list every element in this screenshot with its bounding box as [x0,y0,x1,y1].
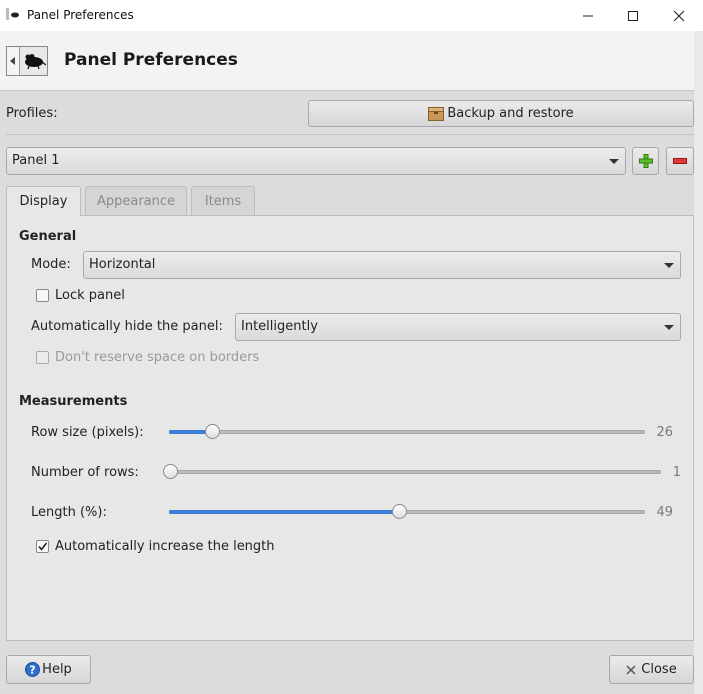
autohide-select-value: Intelligently [241,319,318,334]
close-icon [673,10,685,21]
minus-icon [673,158,687,164]
question-icon: ? [25,662,41,677]
package-icon [428,106,445,121]
window-edge [694,31,703,694]
minimize-icon [583,15,593,16]
chevron-down-icon [609,159,619,164]
profiles-label: Profiles: [6,106,58,121]
tab-appearance-label: Appearance [96,193,176,209]
close-label: Close [641,662,677,677]
length-label: Length (%): [31,505,107,520]
length-slider-handle[interactable] [392,504,407,519]
maximize-button[interactable] [610,0,656,31]
lock-panel-checkbox[interactable] [36,289,49,302]
plus-icon [638,154,653,168]
auto-length-checkbox[interactable] [36,540,49,553]
row-size-value: 26 [656,425,673,440]
minimize-button[interactable] [565,0,611,31]
tab-display-label: Display [19,194,68,209]
reserve-space-label: Don't reserve space on borders [55,350,260,365]
measurements-heading: Measurements [19,394,128,409]
lock-panel-label: Lock panel [55,288,125,303]
tab-items-label: Items [204,193,242,209]
panel-select-value: Panel 1 [12,153,60,168]
panel-mouse-icon [6,46,48,76]
backup-restore-label: Backup and restore [447,106,574,121]
rows-slider-handle[interactable] [163,464,178,479]
rows-track[interactable] [170,470,661,474]
mode-label: Mode: [31,257,71,272]
close-window-button[interactable] [656,0,702,31]
dialog-header: Panel Preferences [0,31,703,91]
title-bar: Panel Preferences [0,0,703,31]
rows-value: 1 [672,465,681,480]
close-button[interactable]: Close [609,655,694,684]
app-icon [6,8,19,20]
tab-appearance[interactable]: Appearance [85,186,187,215]
help-button[interactable]: ? Help [6,655,91,684]
help-label: Help [42,662,72,677]
page-title: Panel Preferences [64,50,238,70]
mode-select[interactable]: Horizontal [83,251,681,279]
chevron-down-icon [664,263,674,268]
separator [6,134,694,135]
general-heading: General [19,229,77,244]
reserve-space-checkbox[interactable] [36,351,49,364]
tab-display[interactable]: Display [6,186,81,216]
add-panel-button[interactable] [632,147,659,175]
mode-select-value: Horizontal [89,257,156,272]
autohide-select[interactable]: Intelligently [235,313,681,341]
x-icon [626,664,636,675]
length-fill [169,510,400,514]
window-title: Panel Preferences [27,8,134,22]
row-size-label: Row size (pixels): [31,425,144,440]
remove-panel-button[interactable] [666,147,694,175]
panel-select[interactable]: Panel 1 [6,147,626,175]
row-size-slider-handle[interactable] [205,424,220,439]
rows-label: Number of rows: [31,465,139,480]
chevron-down-icon [664,325,674,330]
tab-items[interactable]: Items [191,186,255,215]
checkmark-icon [38,542,48,551]
row-size-track[interactable] [169,430,645,434]
panel-preferences-window: Panel Preferences Panel Preferences Prof… [0,0,703,694]
svg-text:?: ? [29,664,35,677]
autohide-label: Automatically hide the panel: [31,319,223,334]
backup-restore-button[interactable]: Backup and restore [308,100,694,127]
auto-length-label: Automatically increase the length [55,539,275,554]
length-value: 49 [656,505,673,520]
maximize-icon [628,10,638,21]
